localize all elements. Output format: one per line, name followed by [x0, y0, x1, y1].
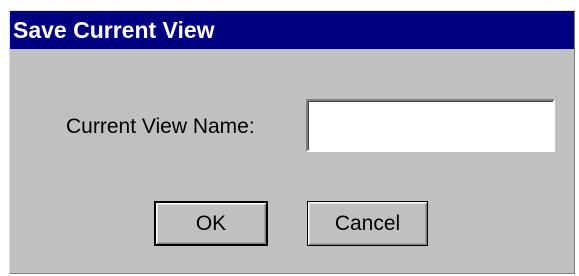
title-bar[interactable]: Save Current View: [10, 11, 574, 49]
save-current-view-dialog: Save Current View Current View Name: OK …: [9, 10, 575, 274]
cancel-button[interactable]: Cancel: [307, 201, 428, 246]
dialog-title: Save Current View: [13, 17, 215, 43]
ok-button[interactable]: OK: [154, 201, 268, 246]
current-view-name-input[interactable]: [306, 99, 555, 152]
current-view-name-label: Current View Name:: [66, 115, 255, 138]
